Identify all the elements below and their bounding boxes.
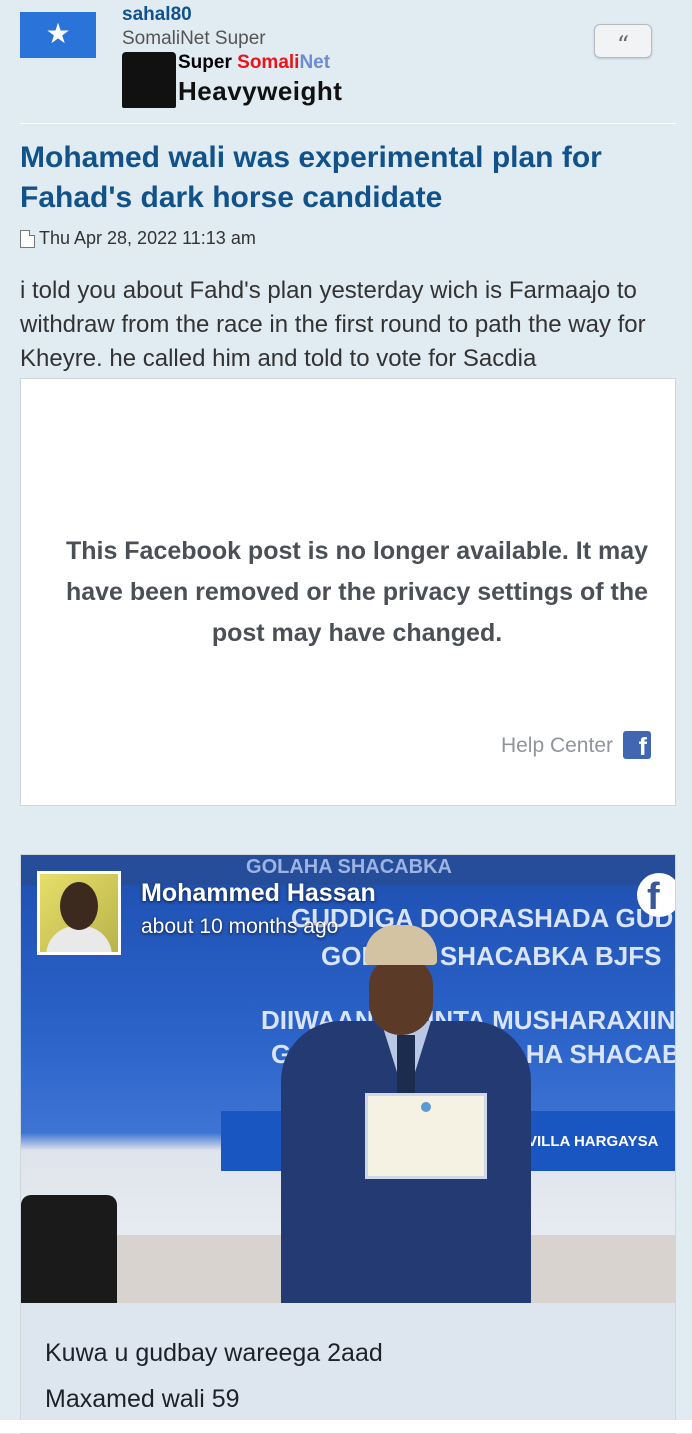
star-icon: ★ (45, 18, 71, 49)
post-date: Thu Apr 28, 2022 11:13 am (39, 228, 256, 248)
post-body: i told you about Fahd's plan yesterday w… (20, 277, 646, 372)
rank-badge-image: Super SomaliNet Heavyweight (122, 52, 352, 110)
post-photo[interactable]: GOLAHA SHACABKA GUDDIGA DOORASHADA GUDDO… (21, 855, 675, 1303)
author-rank: SomaliNet Super (122, 28, 266, 49)
embed-text-line: Maxamed wali 59 (45, 1385, 240, 1413)
bottom-strip (0, 1420, 692, 1433)
post-icon[interactable] (20, 229, 35, 248)
embed-author-avatar[interactable] (37, 871, 121, 955)
facebook-embed: GOLAHA SHACABKA GUDDIGA DOORASHADA GUDDO… (20, 854, 676, 1434)
person-figure (281, 925, 531, 1303)
facebook-icon[interactable]: f (623, 731, 651, 759)
user-avatar-flag[interactable]: ★ (20, 12, 96, 58)
chair (21, 1195, 117, 1303)
facebook-unavailable-card: This Facebook post is no longer availabl… (20, 378, 676, 806)
embed-post-time[interactable]: about 10 months ago (141, 915, 338, 939)
divider (20, 123, 676, 124)
rank-badge-line1: Super SomaliNet (178, 52, 331, 73)
post-meta: Thu Apr 28, 2022 11:13 am (20, 228, 256, 249)
facebook-logo-icon[interactable]: f (637, 873, 675, 917)
venue-label: VILLA HARGAYSA (527, 1133, 659, 1150)
post-title[interactable]: Mohamed wali was experimental plan for F… (20, 138, 670, 218)
certificate (365, 1093, 487, 1179)
rank-badge-line2: Heavyweight (178, 76, 343, 106)
help-center-link[interactable]: Help Center (501, 734, 613, 758)
embed-author-name[interactable]: Mohammed Hassan (141, 879, 376, 908)
tshirt-icon (122, 52, 176, 108)
unavailable-message: This Facebook post is no longer availabl… (65, 537, 649, 647)
quote-button[interactable]: “ (594, 24, 652, 59)
author-username[interactable]: sahal80 (122, 4, 192, 26)
embed-text-line: Kuwa u gudbay wareega 2aad (45, 1339, 383, 1367)
